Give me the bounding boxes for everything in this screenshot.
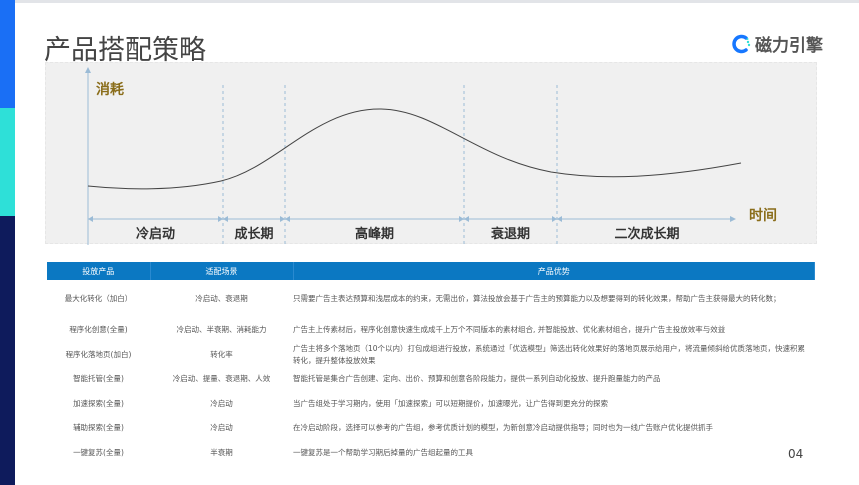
product-cell: 智能托管(全量) xyxy=(73,374,124,384)
accent-bar-blue xyxy=(0,0,15,108)
top-bar xyxy=(0,0,859,3)
scenario-cell: 冷启动 xyxy=(210,423,233,433)
advantage-cell: 广告主上传素材后，程序化创意快速生成成千上万个不同版本的素材组合, 并智能投放、… xyxy=(293,325,726,335)
product-cell: 程序化创意(全量) xyxy=(69,325,128,335)
scenario-cell: 半衰期 xyxy=(210,447,233,457)
table-header: 投放产品 xyxy=(47,262,151,280)
scenario-cell: 冷启动、半衰期、消耗能力 xyxy=(176,325,267,335)
product-cell: 一键复苏(全量) xyxy=(73,447,124,457)
table-row: 程序化落地页(加白) 转化率 广告主将多个落地页（10个以内）打包成组进行投放，系统… xyxy=(47,343,815,368)
phase-label: 二次成长期 xyxy=(614,227,680,242)
advantage-cell: 广告主将多个落地页（10个以内）打包成组进行投放，系统通过「优选模型」筛选出转化… xyxy=(293,343,806,365)
scenario-cell: 冷启动、衰退期 xyxy=(195,294,248,303)
lifecycle-curve-svg xyxy=(85,67,742,245)
product-strategy-table: 投放产品 适配场景 产品优势 最大化转化（加白） 冷启动、衰退期 只需要广告主表达预… xyxy=(47,262,815,465)
table-header: 适配场景 xyxy=(150,262,294,280)
table-row: 程序化创意(全量) 冷启动、半衰期、消耗能力 广告主上传素材后，程序化创意快速生成成… xyxy=(47,318,815,343)
scenario-cell: 冷启动 xyxy=(210,398,233,408)
x-axis-label: 时间 xyxy=(749,208,777,224)
phase-label: 高峰期 xyxy=(354,227,394,242)
y-axis-label: 消耗 xyxy=(96,82,124,98)
product-cell: 程序化落地页(加白) xyxy=(65,349,132,359)
logo: 磁力引擎 xyxy=(732,31,823,56)
scenario-cell: 转化率 xyxy=(210,349,233,359)
scenario-cell: 冷启动、提量、衰退期、人效 xyxy=(172,374,271,384)
advantage-cell: 一键复苏是一个帮助学习期后掉量的广告组起量的工具 xyxy=(293,447,473,457)
table-row: 最大化转化（加白） 冷启动、衰退期 只需要广告主表达预算和浅层成本的约束，无需出价，… xyxy=(47,280,815,318)
product-cell: 最大化转化（加白） xyxy=(64,294,133,303)
logo-icon xyxy=(732,34,751,53)
accent-bar-cyan xyxy=(0,108,15,216)
phase-label: 冷启动 xyxy=(135,227,175,242)
table-row: 智能托管(全量) 冷启动、提量、衰退期、人效 智能托管是集合广告创建、定向、出价、预… xyxy=(47,367,815,392)
table-row: 辅助探索(全量) 冷启动 在冷启动阶段，选择可以参考的广告组，参考优质计划的模型，为… xyxy=(47,416,815,441)
phase-label: 成长期 xyxy=(234,227,274,242)
product-cell: 辅助探索(全量) xyxy=(73,423,124,433)
advantage-cell: 当广告组处于学习期内，使用「加速探索」可以短期提价，加速曝光，让广告得到更充分的… xyxy=(293,398,608,408)
table-row: 加速探索(全量) 冷启动 当广告组处于学习期内，使用「加速探索」可以短期提价，加速曝… xyxy=(47,392,815,417)
table-row: 一键复苏(全量) 半衰期 一键复苏是一个帮助学习期后掉量的广告组起量的工具 xyxy=(47,441,815,466)
advantage-cell: 在冷启动阶段，选择可以参考的广告组，参考优质计划的模型，为新创意冷启动提供指导；… xyxy=(293,423,713,433)
lifecycle-chart: 消耗 时间 冷启动 成长期 高峰期 衰退期 二次成长期 xyxy=(45,62,817,245)
page-number: 04 xyxy=(788,447,804,461)
consumption-curve xyxy=(87,108,742,190)
advantage-cell: 只需要广告主表达预算和浅层成本的约束，无需出价，算法投放会基于广告主的预算能力以… xyxy=(293,294,781,303)
advantage-cell: 智能托管是集合广告创建、定向、出价、预算和创意各阶段能力，提供一系列自动化投放、… xyxy=(293,374,661,384)
table-header: 产品优势 xyxy=(293,262,815,280)
product-cell: 加速探索(全量) xyxy=(73,398,124,408)
x-axis-arrow xyxy=(730,216,736,222)
phase-label: 衰退期 xyxy=(490,227,530,242)
accent-bar-navy xyxy=(0,216,15,485)
y-axis-arrow xyxy=(85,67,91,73)
logo-text: 磁力引擎 xyxy=(755,36,823,56)
